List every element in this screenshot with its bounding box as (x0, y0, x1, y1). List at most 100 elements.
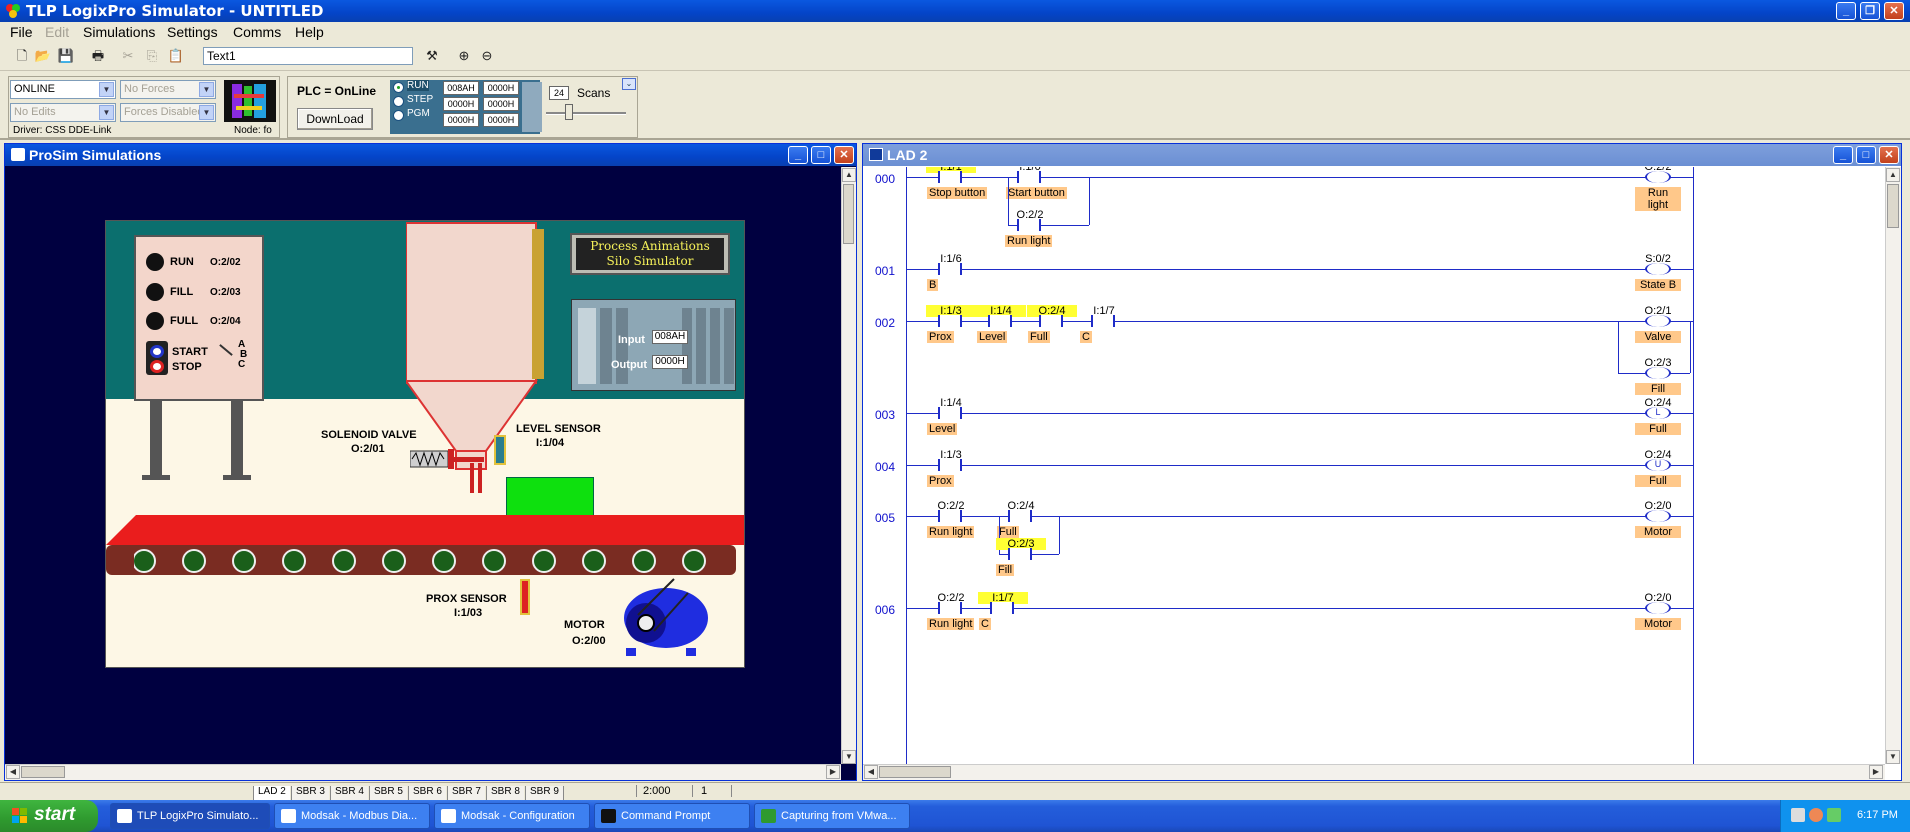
rung-number[interactable]: 001 (875, 264, 895, 278)
contact-icon[interactable] (938, 510, 962, 522)
rung-number[interactable]: 003 (875, 408, 895, 422)
contact-icon[interactable] (938, 263, 962, 275)
coil-icon[interactable]: U (1645, 459, 1671, 471)
contact-icon[interactable] (990, 602, 1014, 614)
close-icon[interactable]: ✕ (1884, 2, 1904, 20)
contact-icon[interactable] (988, 315, 1012, 327)
tools-icon[interactable]: ⚒ (422, 46, 442, 66)
maximize-icon[interactable]: □ (811, 146, 831, 164)
task-logixpro[interactable]: TLP LogixPro Simulato... (110, 803, 270, 829)
task-capturing-vmware[interactable]: Capturing from VMwa... (754, 803, 910, 829)
tab-sbr6[interactable]: SBR 6 (408, 786, 446, 800)
tab-sbr5[interactable]: SBR 5 (369, 786, 407, 800)
vertical-scrollbar[interactable] (1885, 167, 1901, 764)
save-icon[interactable]: 💾 (56, 46, 76, 66)
tab-sbr4[interactable]: SBR 4 (330, 786, 368, 800)
contact-icon[interactable] (938, 459, 962, 471)
task-modsak-diagnostics[interactable]: Modsak - Modbus Dia... (274, 803, 430, 829)
coil-icon[interactable]: L (1645, 407, 1671, 419)
collapse-icon[interactable]: ⌄ (622, 78, 636, 90)
minimize-icon[interactable]: _ (788, 146, 808, 164)
step-radio[interactable] (393, 96, 404, 107)
forces-select[interactable]: No Forces ▼ (120, 80, 216, 99)
contact-icon[interactable] (938, 171, 962, 183)
contact-icon[interactable] (1091, 315, 1115, 327)
menu-comms[interactable]: Comms (233, 24, 281, 40)
zoom-out-icon[interactable]: ⊖ (477, 46, 497, 66)
vertical-scroll-thumb[interactable] (843, 184, 854, 244)
tab-sbr3[interactable]: SBR 3 (291, 786, 329, 800)
copy-icon[interactable]: ⎘ (142, 46, 162, 66)
coil-icon[interactable] (1645, 171, 1671, 183)
scroll-right-icon[interactable]: ▶ (826, 765, 840, 779)
tab-lad2[interactable]: LAD 2 (253, 786, 290, 800)
volume-icon[interactable] (1827, 808, 1841, 822)
scroll-down-icon[interactable]: ▼ (842, 750, 856, 764)
start-button[interactable] (150, 345, 164, 358)
pgm-radio[interactable] (393, 110, 404, 121)
coil-icon[interactable] (1645, 602, 1671, 614)
contact-icon[interactable] (938, 602, 962, 614)
start-button[interactable]: start (0, 800, 98, 832)
vertical-scroll-thumb[interactable] (1887, 184, 1899, 228)
coil-icon[interactable] (1645, 367, 1671, 379)
switch-letter-c[interactable]: C (238, 359, 245, 370)
tray-app-icon[interactable] (1809, 808, 1823, 822)
scroll-left-icon[interactable]: ◀ (6, 765, 20, 779)
text-field[interactable] (203, 47, 413, 65)
coil-icon[interactable] (1645, 315, 1671, 327)
scroll-right-icon[interactable]: ▶ (1869, 765, 1883, 779)
menu-settings[interactable]: Settings (167, 24, 218, 40)
menu-help[interactable]: Help (295, 24, 324, 40)
contact-icon[interactable] (938, 407, 962, 419)
horizontal-scrollbar[interactable] (5, 764, 841, 780)
network-icon[interactable] (1791, 808, 1805, 822)
rung-number[interactable]: 005 (875, 511, 895, 525)
menu-file[interactable]: File (10, 24, 33, 40)
print-icon[interactable]: 🖶 (88, 46, 108, 66)
edits-select[interactable]: No Edits ▼ (10, 103, 116, 122)
coil-icon[interactable] (1645, 510, 1671, 522)
contact-icon[interactable] (1017, 171, 1041, 183)
tab-sbr9[interactable]: SBR 9 (525, 786, 564, 800)
contact-icon[interactable] (1017, 219, 1041, 231)
horizontal-scrollbar[interactable] (863, 764, 1885, 780)
stop-button[interactable] (150, 360, 164, 373)
rung-number[interactable]: 002 (875, 316, 895, 330)
contact-icon[interactable] (1039, 315, 1063, 327)
rung-number[interactable]: 006 (875, 603, 895, 617)
tab-sbr8[interactable]: SBR 8 (486, 786, 524, 800)
close-icon[interactable]: ✕ (1879, 146, 1899, 164)
minimize-icon[interactable]: _ (1836, 2, 1856, 20)
close-icon[interactable]: ✕ (834, 146, 854, 164)
menu-edit[interactable]: Edit (45, 24, 69, 40)
maximize-icon[interactable]: □ (1856, 146, 1876, 164)
coil-icon[interactable] (1645, 263, 1671, 275)
download-button[interactable]: DownLoad (297, 108, 373, 130)
scroll-up-icon[interactable]: ▲ (842, 168, 856, 182)
task-modsak-configuration[interactable]: Modsak - Configuration (434, 803, 590, 829)
scroll-left-icon[interactable]: ◀ (864, 765, 878, 779)
forces-disabled-select[interactable]: Forces Disabled ▼ (120, 103, 216, 122)
scan-count[interactable]: 24 (549, 86, 569, 100)
task-command-prompt[interactable]: Command Prompt (594, 803, 750, 829)
zoom-in-icon[interactable]: ⊕ (454, 46, 474, 66)
contact-icon[interactable] (1008, 548, 1032, 560)
scan-slider-thumb[interactable] (565, 104, 573, 120)
contact-icon[interactable] (1008, 510, 1032, 522)
scroll-down-icon[interactable]: ▼ (1886, 750, 1900, 764)
restore-icon[interactable]: ❐ (1860, 2, 1880, 20)
new-file-icon[interactable]: 🗋 (12, 46, 32, 66)
scroll-up-icon[interactable]: ▲ (1886, 168, 1900, 182)
tab-sbr7[interactable]: SBR 7 (447, 786, 485, 800)
menu-simulations[interactable]: Simulations (83, 24, 155, 40)
open-folder-icon[interactable]: 📂 (33, 46, 53, 66)
contact-icon[interactable] (938, 315, 962, 327)
horizontal-scroll-thumb[interactable] (21, 766, 65, 778)
vertical-scrollbar[interactable] (841, 167, 856, 764)
horizontal-scroll-thumb[interactable] (879, 766, 951, 778)
paste-icon[interactable]: 📋 (166, 46, 186, 66)
rung-number[interactable]: 004 (875, 460, 895, 474)
mode-select[interactable]: ONLINE ▼ (10, 80, 116, 99)
scan-slider-track[interactable] (546, 112, 626, 115)
